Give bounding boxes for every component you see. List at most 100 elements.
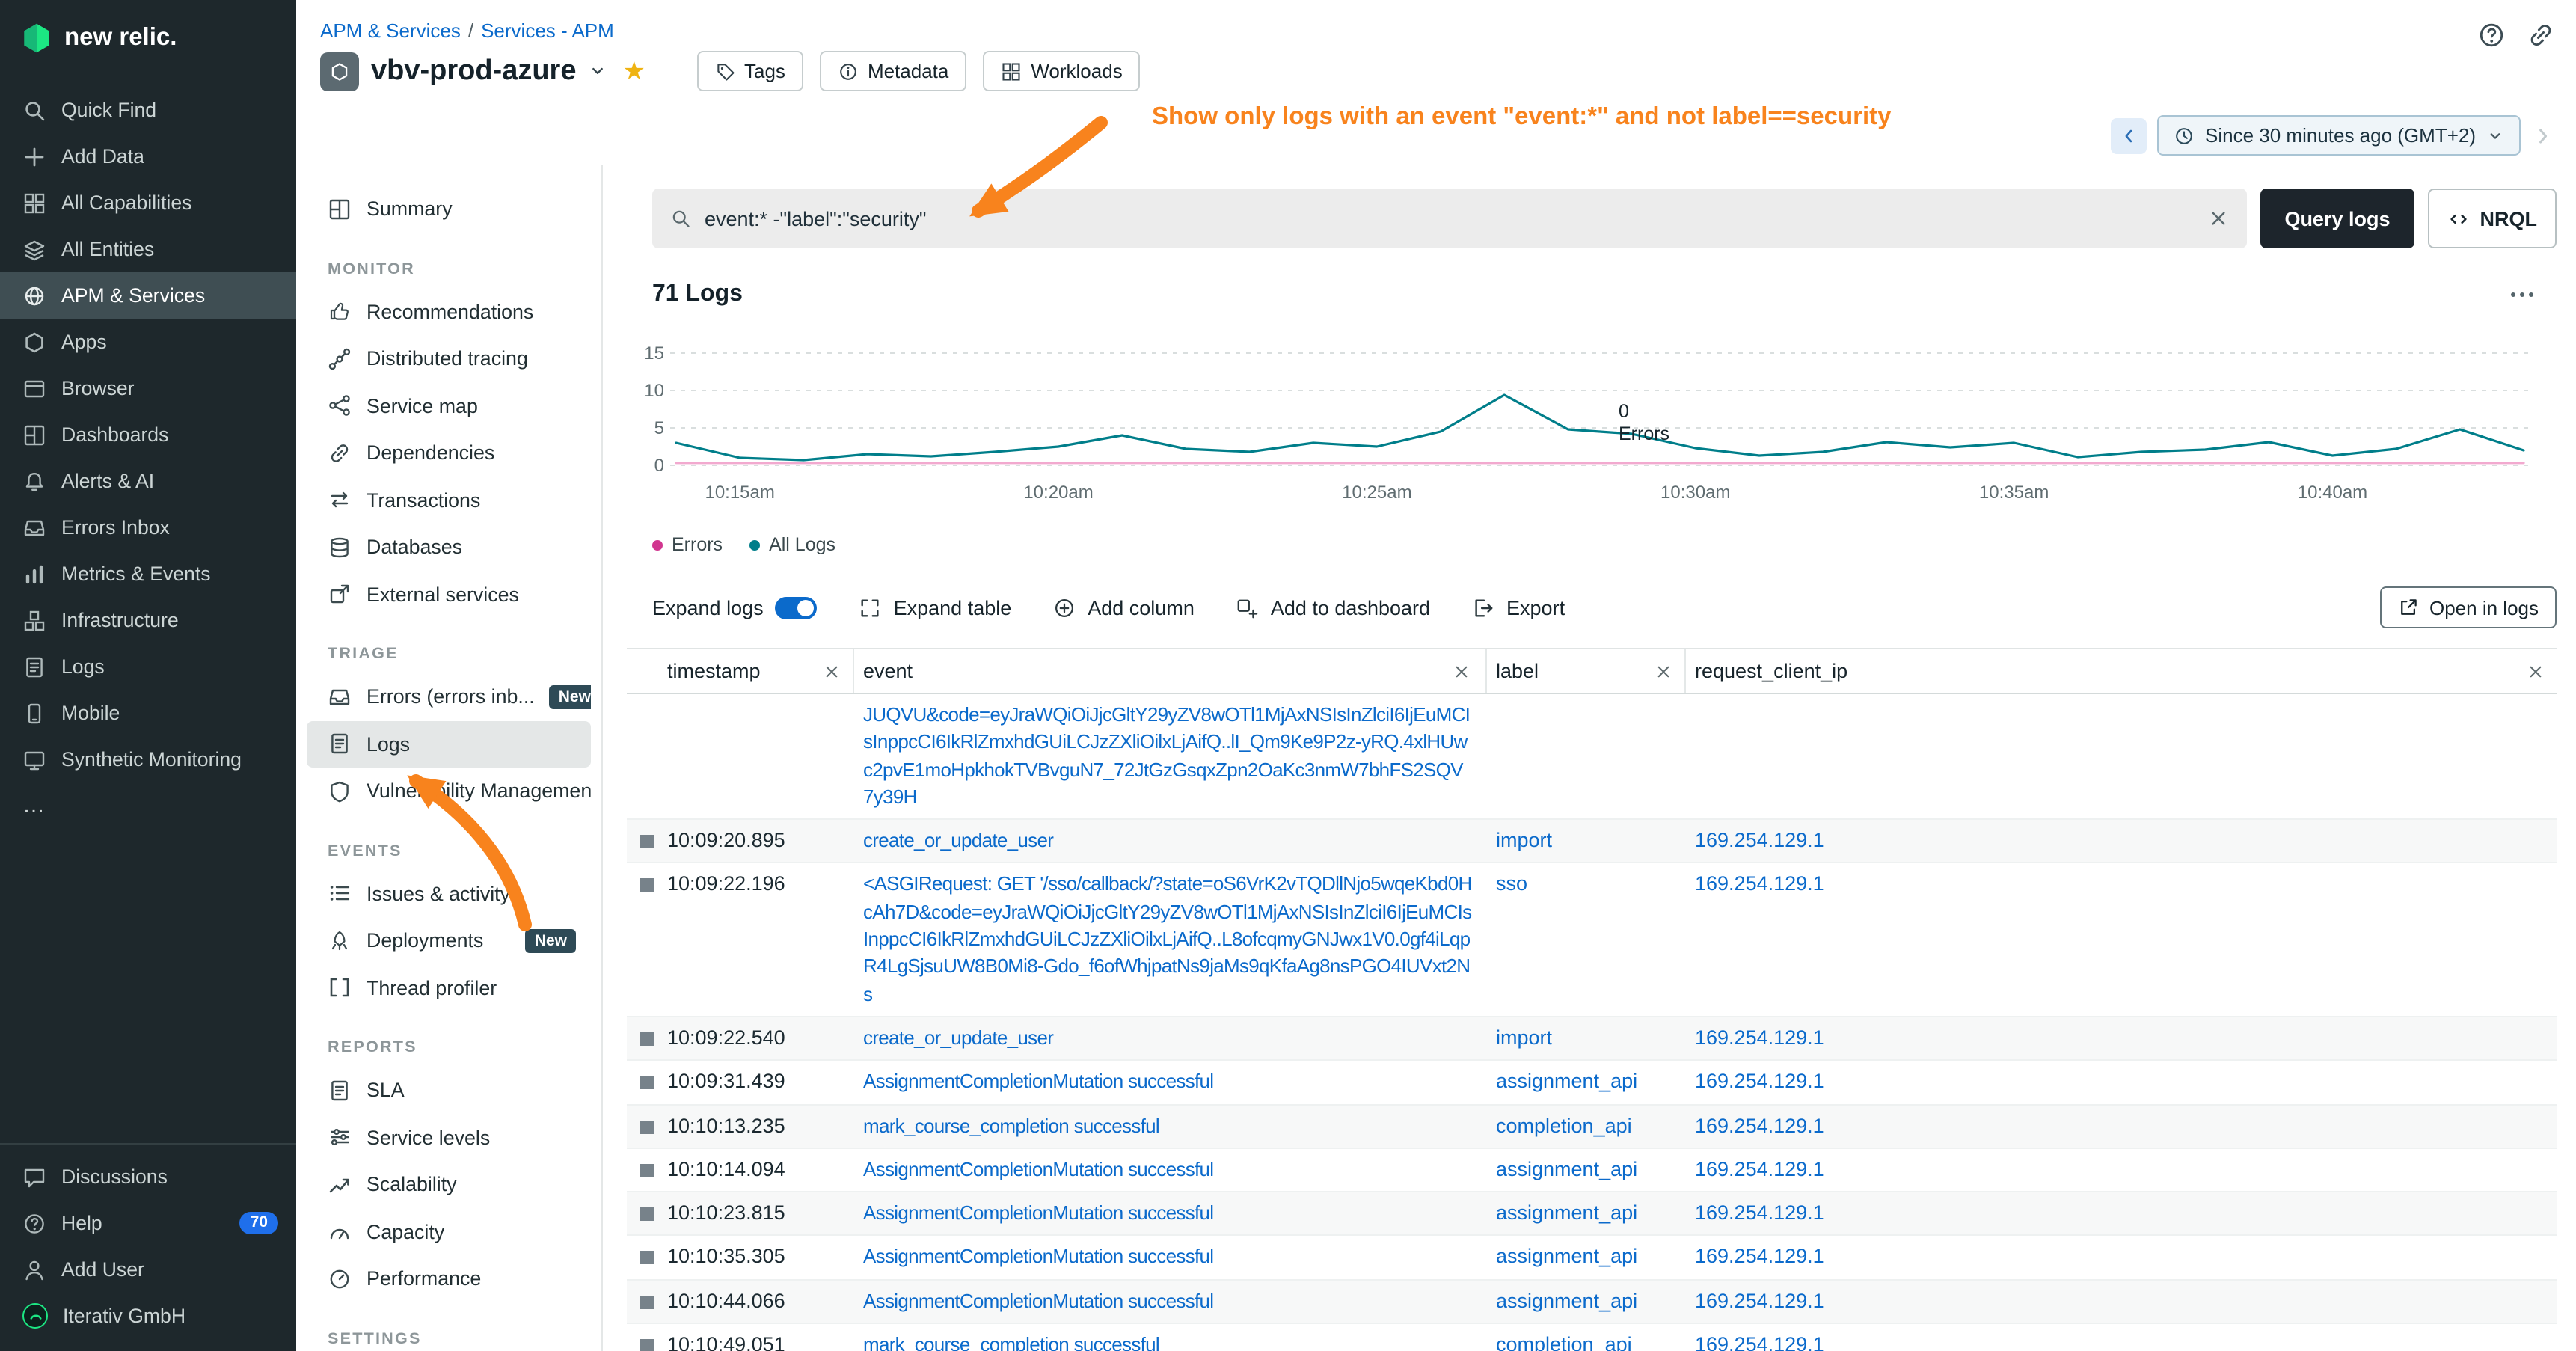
subnav-item-databases[interactable]: Databases [307, 524, 591, 571]
remove-ip-column-icon[interactable] [2527, 662, 2545, 680]
permalink-icon[interactable] [2527, 21, 2555, 49]
row-marker-icon[interactable] [640, 1252, 654, 1265]
table-row[interactable]: 10:09:31.439 AssignmentCompletionMutatio… [627, 1062, 2557, 1106]
table-row[interactable]: 10:10:49.051 mark_course_completion succ… [627, 1324, 2557, 1351]
log-ip-link[interactable]: 169.254.129.1 [1695, 829, 1824, 851]
log-event-link[interactable]: create_or_update_user [863, 1026, 1053, 1049]
nav-item-add-user[interactable]: Add User [0, 1246, 296, 1293]
log-label-link[interactable]: completion_api [1496, 1333, 1632, 1351]
add-to-dashboard-button[interactable]: Add to dashboard [1236, 596, 1430, 619]
log-label-link[interactable]: import [1496, 829, 1552, 851]
label-column-header[interactable]: label [1487, 649, 1686, 693]
chart-options-icon[interactable] [2509, 281, 2536, 307]
log-event-link[interactable]: mark_course_completion successful [863, 1333, 1159, 1351]
subnav-item-service-levels[interactable]: Service levels [307, 1114, 591, 1161]
table-row[interactable]: 10:09:22.540 create_or_update_user impor… [627, 1017, 2557, 1062]
row-marker-icon[interactable] [640, 1120, 654, 1133]
row-marker-icon[interactable] [640, 1164, 654, 1177]
timestamp-column-header[interactable]: timestamp [667, 649, 854, 693]
subnav-item-transactions[interactable]: Transactions [307, 477, 591, 524]
export-button[interactable]: Export [1472, 596, 1565, 619]
nav-item-errors-inbox[interactable]: Errors Inbox [0, 504, 296, 551]
log-ip-link[interactable]: 169.254.129.1 [1695, 873, 1824, 895]
table-row[interactable]: 10:09:22.196 <ASGIRequest: GET '/sso/cal… [627, 864, 2557, 1017]
nav-item-all-entities[interactable]: All Entities [0, 226, 296, 272]
row-marker-icon[interactable] [640, 1032, 654, 1046]
time-back-button[interactable] [2111, 117, 2147, 153]
nrql-button[interactable]: NRQL [2428, 189, 2557, 248]
log-label-link[interactable]: assignment_api [1496, 1246, 1637, 1268]
subnav-item-thread-profiler[interactable]: Thread profiler [307, 964, 591, 1011]
nav-item-synthetic-monitoring[interactable]: Synthetic Monitoring [0, 736, 296, 782]
log-label-link[interactable]: assignment_api [1496, 1201, 1637, 1224]
nav-item-help[interactable]: Help70 [0, 1200, 296, 1246]
log-ip-link[interactable]: 169.254.129.1 [1695, 1026, 1824, 1049]
tags-button[interactable]: Tags [696, 51, 803, 91]
table-row[interactable]: 10:10:35.305 AssignmentCompletionMutatio… [627, 1237, 2557, 1281]
table-row[interactable]: 10:09:20.895 create_or_update_user impor… [627, 820, 2557, 864]
log-ip-link[interactable]: 169.254.129.1 [1695, 1246, 1824, 1268]
nav-item-alerts-ai[interactable]: Alerts & AI [0, 458, 296, 504]
log-ip-link[interactable]: 169.254.129.1 [1695, 1290, 1824, 1312]
nav-item-add-data[interactable]: Add Data [0, 133, 296, 180]
table-row[interactable]: 10:10:44.066 AssignmentCompletionMutatio… [627, 1281, 2557, 1325]
entity-dropdown-chevron-icon[interactable] [589, 61, 608, 81]
log-event-link[interactable]: create_or_update_user [863, 829, 1053, 851]
log-event-link[interactable]: mark_course_completion successful [863, 1114, 1159, 1136]
time-forward-button[interactable] [2531, 123, 2555, 147]
time-picker[interactable]: Since 30 minutes ago (GMT+2) [2157, 115, 2521, 156]
table-row[interactable]: JUQVU&code=eyJraWQiOiJjcGltY29yZV8wOTl1M… [627, 694, 2557, 820]
help-circle-icon[interactable] [2477, 21, 2506, 49]
log-event-link[interactable]: JUQVU&code=eyJraWQiOiJjcGltY29yZV8wOTl1M… [863, 703, 1470, 808]
log-event-link[interactable]: <ASGIRequest: GET '/sso/callback/?state=… [863, 873, 1472, 1005]
favorite-star-icon[interactable]: ★ [623, 56, 646, 86]
nav-item-browser[interactable]: Browser [0, 365, 296, 411]
subnav-item-sla[interactable]: SLA [307, 1067, 591, 1114]
subnav-item-recommendations[interactable]: Recommendations [307, 288, 591, 335]
log-ip-link[interactable]: 169.254.129.1 [1695, 1158, 1824, 1180]
log-ip-link[interactable]: 169.254.129.1 [1695, 1333, 1824, 1351]
log-search-input[interactable] [705, 207, 2195, 230]
log-label-link[interactable]: completion_api [1496, 1114, 1632, 1136]
nav-item-apps[interactable]: Apps [0, 319, 296, 365]
subnav-item-external-services[interactable]: External services [307, 571, 591, 618]
log-ip-link[interactable]: 169.254.129.1 [1695, 1114, 1824, 1136]
nav-item-dashboards[interactable]: Dashboards [0, 411, 296, 458]
remove-label-column-icon[interactable] [1655, 662, 1672, 680]
log-ip-link[interactable]: 169.254.129.1 [1695, 1201, 1824, 1224]
toggle-on-icon[interactable] [776, 596, 818, 619]
nav-item-apm-services[interactable]: APM & Services [0, 272, 296, 319]
expand-table-button[interactable]: Expand table [859, 596, 1012, 619]
legend-errors[interactable]: Errors [652, 534, 723, 555]
log-event-link[interactable]: AssignmentCompletionMutation successful [863, 1290, 1213, 1312]
row-marker-icon[interactable] [640, 1207, 654, 1221]
logs-volume-chart[interactable]: 05101510:15am10:20am10:25am10:30am10:35a… [636, 344, 2539, 506]
subnav-item-vulnerability-management[interactable]: Vulnerability Management [307, 768, 591, 815]
remove-timestamp-column-icon[interactable] [823, 662, 841, 680]
subnav-item-errors-inbox[interactable]: Errors (errors inb...New [307, 673, 591, 720]
new-relic-logo[interactable]: new relic. [0, 0, 296, 69]
row-marker-icon[interactable] [640, 835, 654, 848]
log-label-link[interactable]: assignment_api [1496, 1290, 1637, 1312]
table-row[interactable]: 10:10:23.815 AssignmentCompletionMutatio… [627, 1192, 2557, 1237]
metadata-button[interactable]: Metadata [820, 51, 966, 91]
subnav-item-logs[interactable]: Logs [307, 720, 591, 768]
subnav-item-deployments[interactable]: DeploymentsNew [307, 917, 591, 964]
log-event-link[interactable]: AssignmentCompletionMutation successful [863, 1070, 1213, 1093]
nav-item-discussions[interactable]: Discussions [0, 1154, 296, 1200]
log-label-link[interactable]: import [1496, 1026, 1552, 1049]
clear-search-icon[interactable] [2208, 208, 2229, 229]
nav-item-infrastructure[interactable]: Infrastructure [0, 597, 296, 643]
subnav-item-performance[interactable]: Performance [307, 1255, 591, 1302]
breadcrumb-services-apm[interactable]: Services - APM [481, 19, 614, 42]
log-ip-link[interactable]: 169.254.129.1 [1695, 1070, 1824, 1093]
row-marker-icon[interactable] [640, 879, 654, 892]
subnav-item-capacity[interactable]: Capacity [307, 1208, 591, 1255]
expand-logs-toggle[interactable]: Expand logs [652, 596, 818, 619]
remove-event-column-icon[interactable] [1453, 662, 1471, 680]
log-label-link[interactable]: sso [1496, 873, 1527, 895]
table-row[interactable]: 10:10:14.094 AssignmentCompletionMutatio… [627, 1149, 2557, 1193]
nav-item-account[interactable]: Iterativ GmbH [0, 1293, 296, 1339]
subnav-item-issues-activity[interactable]: Issues & activity [307, 870, 591, 917]
breadcrumb-apm-services[interactable]: APM & Services [320, 19, 461, 42]
